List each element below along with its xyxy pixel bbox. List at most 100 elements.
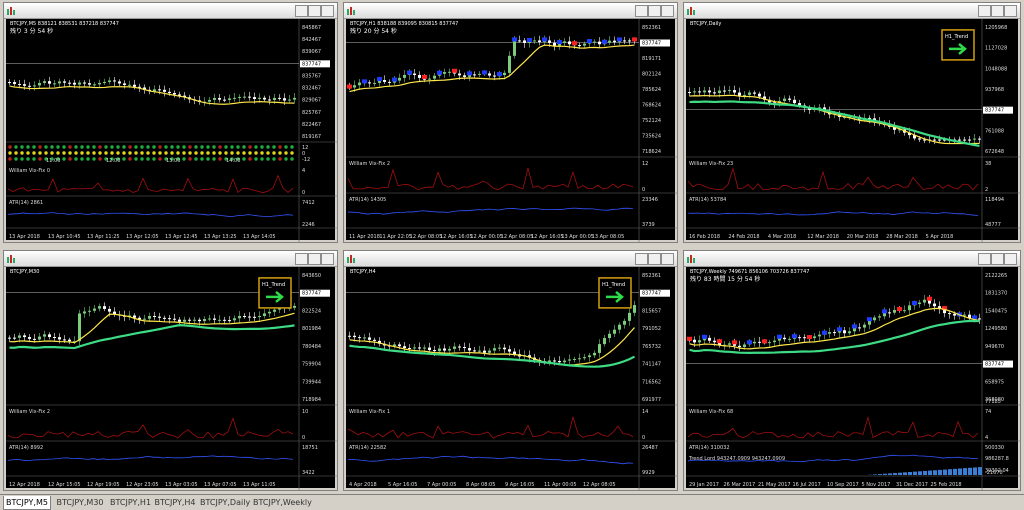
chart-window-weekly[interactable]: BTCJPY,Weekly 749671 856106 703726 83774… bbox=[683, 250, 1021, 491]
current-price-label: 837747 bbox=[302, 61, 321, 67]
window-maximize-button[interactable] bbox=[991, 253, 1004, 265]
candle-body bbox=[58, 337, 61, 339]
date-axis-label: 28 Mar 2018 bbox=[886, 234, 918, 240]
window-maximize-button[interactable] bbox=[308, 5, 321, 17]
signal-dot bbox=[200, 145, 203, 148]
candle-body bbox=[858, 327, 861, 328]
candle-body bbox=[358, 337, 361, 338]
atr-scale-label: 26487 bbox=[642, 445, 658, 451]
window-maximize-button[interactable] bbox=[308, 253, 321, 265]
signal-dot bbox=[32, 157, 35, 160]
price-tick-label: 832467 bbox=[302, 86, 321, 92]
window-titlebar[interactable] bbox=[344, 251, 677, 267]
sell-signal-marker bbox=[927, 297, 932, 301]
candle-body bbox=[563, 41, 566, 43]
bar-countdown: 残り 20 分 54 秒 bbox=[350, 27, 397, 35]
vix-line bbox=[688, 418, 978, 438]
signal-dot bbox=[62, 157, 65, 160]
signal-dot bbox=[122, 145, 125, 148]
date-axis-label: 26 Mar 2017 bbox=[724, 482, 756, 488]
signal-dot bbox=[200, 157, 203, 160]
chart-window-h4[interactable]: BTCJPY,H48523618377478156577910527657327… bbox=[343, 250, 678, 491]
candle-body bbox=[43, 81, 46, 83]
window-close-button[interactable] bbox=[661, 5, 674, 17]
moving-average-green bbox=[690, 321, 980, 353]
chart-area[interactable]: BTCJPY,H1 838188 839095 830815 837747残り … bbox=[346, 19, 675, 240]
window-close-button[interactable] bbox=[321, 253, 334, 265]
trend-lord-bar bbox=[933, 470, 937, 475]
window-titlebar[interactable] bbox=[684, 251, 1020, 267]
signal-dot bbox=[188, 145, 191, 148]
candle-body bbox=[968, 140, 971, 141]
chart-area[interactable]: BTCJPY,M30843650837747822524801984780484… bbox=[6, 267, 335, 488]
signal-dot bbox=[92, 151, 95, 154]
window-maximize-button[interactable] bbox=[991, 5, 1004, 17]
current-price-label: 837747 bbox=[985, 108, 1004, 114]
window-maximize-button[interactable] bbox=[648, 5, 661, 17]
chart-area[interactable]: BTCJPY,Weekly 749671 856106 703726 83774… bbox=[686, 267, 1018, 488]
window-minimize-button[interactable] bbox=[295, 253, 308, 265]
window-close-button[interactable] bbox=[1004, 253, 1017, 265]
date-axis-label: 13 Apr 11:05 bbox=[243, 482, 276, 488]
window-close-button[interactable] bbox=[661, 253, 674, 265]
chart-area[interactable]: BTCJPY,M5 838121 838531 837218 837747残り … bbox=[6, 19, 335, 240]
signal-dot bbox=[80, 151, 83, 154]
signal-dot bbox=[98, 157, 101, 160]
candle-body bbox=[813, 336, 816, 338]
window-close-button[interactable] bbox=[321, 5, 334, 17]
candle-body bbox=[128, 85, 131, 86]
date-axis-label: 4 Apr 2018 bbox=[349, 482, 377, 488]
candle-body bbox=[228, 320, 231, 321]
vix-indicator-label: William Vix-Fix 23 bbox=[689, 161, 733, 167]
signal-dot bbox=[74, 145, 77, 148]
signal-dot bbox=[134, 151, 137, 154]
window-titlebar[interactable] bbox=[684, 3, 1020, 19]
chart-window-m5[interactable]: BTCJPY,M5 838121 838531 837218 837747残り … bbox=[3, 2, 338, 243]
window-minimize-button[interactable] bbox=[295, 5, 308, 17]
vix-scale-label: 0 bbox=[302, 190, 305, 196]
signal-dot bbox=[170, 151, 173, 154]
window-minimize-button[interactable] bbox=[635, 253, 648, 265]
chart-tab-h1[interactable]: BTCJPY,H1 bbox=[110, 496, 150, 509]
window-titlebar[interactable] bbox=[4, 251, 337, 267]
window-close-button[interactable] bbox=[1004, 5, 1017, 17]
date-axis-label: 5 Apr 16:05 bbox=[388, 482, 417, 488]
candle-body bbox=[433, 76, 436, 79]
chart-window-daily[interactable]: BTCJPY,Daily1205968112702810480889379688… bbox=[683, 2, 1021, 243]
candle-body bbox=[163, 318, 166, 319]
chart-tab-weekly[interactable]: BTCJPY,Weekly bbox=[253, 496, 307, 509]
candle-body bbox=[383, 80, 386, 82]
chart-tab-h4[interactable]: BTCJPY,H4 bbox=[153, 496, 197, 509]
signal-dot bbox=[194, 145, 197, 148]
vix-scale-label: 0 bbox=[302, 435, 305, 441]
candle-body bbox=[78, 313, 81, 341]
candle-body bbox=[223, 320, 226, 321]
chart-window-h1[interactable]: BTCJPY,H1 838188 839095 830815 837747残り … bbox=[343, 2, 678, 243]
window-minimize-button[interactable] bbox=[978, 253, 991, 265]
date-axis-label: 9 Apr 16:05 bbox=[505, 482, 534, 488]
chart-tab-m5[interactable]: BTCJPY,M5 bbox=[3, 496, 51, 510]
window-minimize-button[interactable] bbox=[635, 5, 648, 17]
window-maximize-button[interactable] bbox=[648, 253, 661, 265]
chart-tab-m30[interactable]: BTCJPY,M30 bbox=[53, 496, 107, 509]
candle-body bbox=[788, 99, 791, 100]
signal-dot bbox=[278, 145, 281, 148]
candle-body bbox=[933, 140, 936, 141]
window-titlebar[interactable] bbox=[344, 3, 677, 19]
candle-body bbox=[458, 73, 461, 75]
trend-lord-bar bbox=[883, 474, 887, 475]
sell-signal-marker bbox=[572, 41, 577, 45]
signal-dot bbox=[260, 157, 263, 160]
candle-body bbox=[578, 45, 581, 46]
chart-area[interactable]: BTCJPY,H48523618377478156577910527657327… bbox=[346, 267, 675, 488]
chart-tab-daily[interactable]: BTCJPY,Daily bbox=[200, 496, 250, 509]
window-titlebar[interactable] bbox=[4, 3, 337, 19]
candle-body bbox=[418, 347, 421, 348]
signal-dot bbox=[146, 145, 149, 148]
chart-window-m30[interactable]: BTCJPY,M30843650837747822524801984780484… bbox=[3, 250, 338, 491]
candle-body bbox=[13, 82, 16, 84]
window-minimize-button[interactable] bbox=[978, 5, 991, 17]
buy-signal-marker bbox=[852, 324, 857, 328]
signal-dot bbox=[122, 151, 125, 154]
chart-area[interactable]: BTCJPY,Daily1205968112702810480889379688… bbox=[686, 19, 1018, 240]
